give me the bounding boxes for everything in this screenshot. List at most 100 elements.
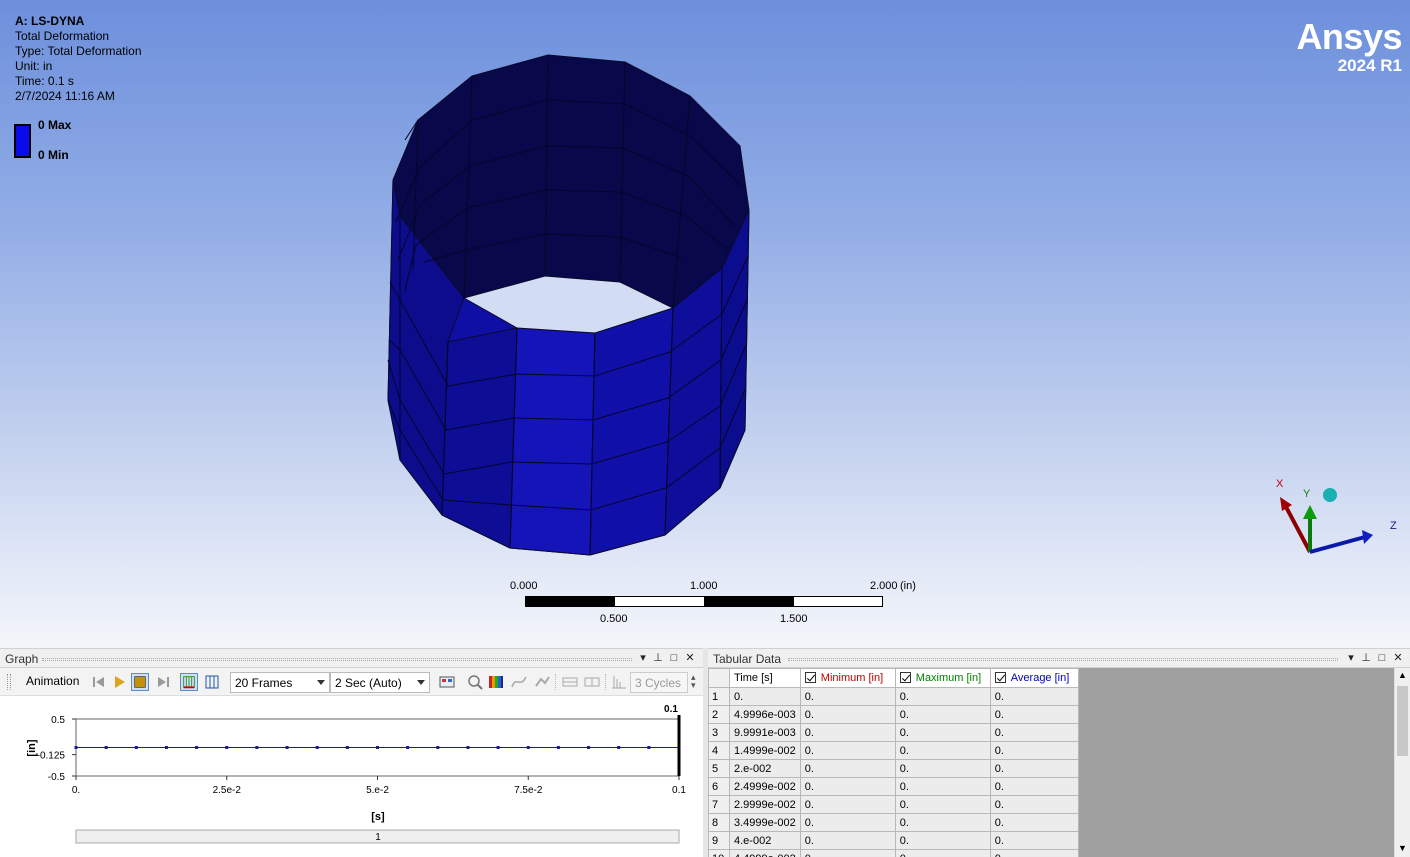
table-cell: 0. [799, 759, 896, 778]
export-video-icon[interactable] [438, 673, 456, 691]
row-number-cell: 9 [708, 831, 730, 850]
close-icon[interactable]: ✕ [1391, 651, 1405, 665]
contour-legend-bar[interactable] [14, 124, 31, 158]
duration-select[interactable]: 2 Sec (Auto) [330, 672, 430, 693]
maximum-checkbox[interactable] [899, 672, 911, 683]
zoom-icon[interactable] [466, 673, 484, 691]
y-axis-label: [in] [26, 739, 38, 756]
maximize-icon[interactable]: □ [1375, 651, 1389, 665]
table-row[interactable]: 5 2.e-002 0. 0. 0. [708, 759, 1079, 778]
first-frame-icon[interactable] [90, 673, 108, 691]
maximize-icon[interactable]: □ [667, 651, 681, 665]
frames-select-value: 20 Frames [235, 676, 293, 690]
table-row[interactable]: 6 2.4999e-002 0. 0. 0. [708, 777, 1079, 796]
table-cell: 0. [989, 741, 1079, 760]
pin-icon[interactable]: ⊥ [651, 651, 665, 665]
scroll-up-icon[interactable]: ▲ [1398, 670, 1407, 680]
curve-icon[interactable] [510, 673, 528, 691]
pan-icon[interactable] [533, 673, 551, 691]
table-cell: 0. [894, 705, 991, 724]
cycles-select-value: 3 Cycles [635, 676, 682, 690]
animation-label: Animation [26, 674, 80, 688]
vertical-scrollbar[interactable]: ▲ ▼ [1394, 668, 1410, 857]
data-point [436, 746, 440, 749]
scale-tick-onehalf: 1.500 [780, 613, 808, 625]
toolbar-overflow-icon[interactable]: ▴ ▾ [691, 673, 696, 690]
close-icon[interactable]: ✕ [683, 651, 697, 665]
table-row[interactable]: 4 1.4999e-002 0. 0. 0. [708, 741, 1079, 760]
panel-menu-icon[interactable]: ▾ [1344, 651, 1358, 665]
table-cell: 0. [894, 795, 991, 814]
stop-icon[interactable] [131, 673, 149, 691]
table-cell: 0. [799, 849, 896, 857]
cylinder-model[interactable] [380, 50, 760, 560]
average-checkbox[interactable] [994, 672, 1006, 683]
scale-bar: 0.000 1.000 2.000 (in) 0.500 1.500 [500, 580, 940, 630]
table-row[interactable]: 1 0. 0. 0. 0. [708, 687, 1079, 706]
table-cell: 0. [799, 741, 896, 760]
column-header-minimum[interactable]: Minimum [in] [799, 668, 896, 688]
scale-tick-0: 0.000 [510, 580, 538, 592]
last-frame-icon[interactable] [154, 673, 172, 691]
frames-select[interactable]: 20 Frames [230, 672, 330, 693]
data-point [74, 746, 78, 749]
table-row[interactable]: 2 4.9996e-003 0. 0. 0. [708, 705, 1079, 724]
scrollbar-thumb[interactable] [1397, 686, 1408, 756]
scale-unit: (in) [900, 580, 916, 592]
step-forward-icon[interactable] [583, 673, 601, 691]
table-cell: 0. [989, 687, 1079, 706]
table-cell: 0. [894, 687, 991, 706]
data-point [406, 746, 410, 749]
scale-tick-half: 0.500 [600, 613, 628, 625]
y-tick-label: -0.5 [48, 772, 66, 783]
legend-max-label[interactable]: 0 Max [38, 118, 71, 132]
table-cell: 0. [989, 795, 1079, 814]
triad-y-label: Y [1303, 488, 1311, 500]
minimum-checkbox[interactable] [804, 672, 816, 683]
panel-menu-icon[interactable]: ▾ [636, 651, 650, 665]
column-header-label: Maximum [in] [915, 672, 982, 684]
brand-name: Ansys [1296, 16, 1402, 57]
column-header-label: Time [s] [734, 672, 773, 684]
scroll-down-icon[interactable]: ▼ [1398, 843, 1407, 853]
data-point [587, 746, 591, 749]
result-time: Time: 0.1 s [15, 74, 74, 88]
current-time-label: 0.1 [664, 704, 678, 715]
table-row[interactable]: 7 2.9999e-002 0. 0. 0. [708, 795, 1079, 814]
axis-triad[interactable]: X Y Z [1270, 475, 1400, 565]
y-tick-label: 0.5 [51, 715, 65, 726]
step-back-icon[interactable] [561, 673, 579, 691]
tabular-panel-title: Tabular Data [713, 652, 782, 666]
legend-min-label[interactable]: 0 Min [38, 148, 69, 162]
x-tick-label: 0. [72, 785, 80, 796]
table-row[interactable]: 8 3.4999e-002 0. 0. 0. [708, 813, 1079, 832]
row-number-cell: 6 [708, 777, 730, 796]
animation-toolbar: Animation 20 Frames 2 Sec (Auto) 3 Cycle… [0, 668, 703, 696]
pin-icon[interactable]: ⊥ [1359, 651, 1373, 665]
data-point [164, 746, 168, 749]
data-point [647, 746, 651, 749]
result-name: Total Deformation [15, 29, 110, 43]
data-point [466, 746, 470, 749]
table-cell: 2.e-002 [729, 759, 801, 778]
column-header-time[interactable]: Time [s] [729, 668, 801, 688]
column-header-maximum[interactable]: Maximum [in] [894, 668, 991, 688]
bars-icon[interactable] [610, 673, 628, 691]
data-point [104, 746, 108, 749]
play-icon[interactable] [110, 673, 128, 691]
column-header-average[interactable]: Average [in] [989, 668, 1079, 688]
table-cell: 0. [894, 813, 991, 832]
distributed-frames-icon[interactable] [180, 673, 198, 691]
graph-plot[interactable]: 1 0.5 -0.125 -0.5 0. 2.5e-2 5.e-2 7.5e-2 0.1 [s]… [0, 696, 703, 857]
table-row[interactable]: 104.4999e-0020.0.0. [708, 849, 1079, 857]
contour-icon[interactable] [487, 673, 505, 691]
cycles-select[interactable]: 3 Cycles [630, 672, 688, 693]
table-row[interactable]: 3 9.9991e-003 0. 0. 0. [708, 723, 1079, 742]
table-header-row: Time [s] Minimum [in] Maximum [in] Avera… [708, 668, 1079, 688]
row-number-cell: 1 [708, 687, 730, 706]
table-row[interactable]: 9 4.e-002 0. 0. 0. [708, 831, 1079, 850]
scale-tick-2: 2.000 [870, 580, 898, 592]
result-sets-icon[interactable] [203, 673, 221, 691]
x-tick-label: 0.1 [672, 785, 686, 796]
graphics-viewport[interactable]: A: LS-DYNA Total Deformation Type: Total… [0, 0, 1410, 648]
